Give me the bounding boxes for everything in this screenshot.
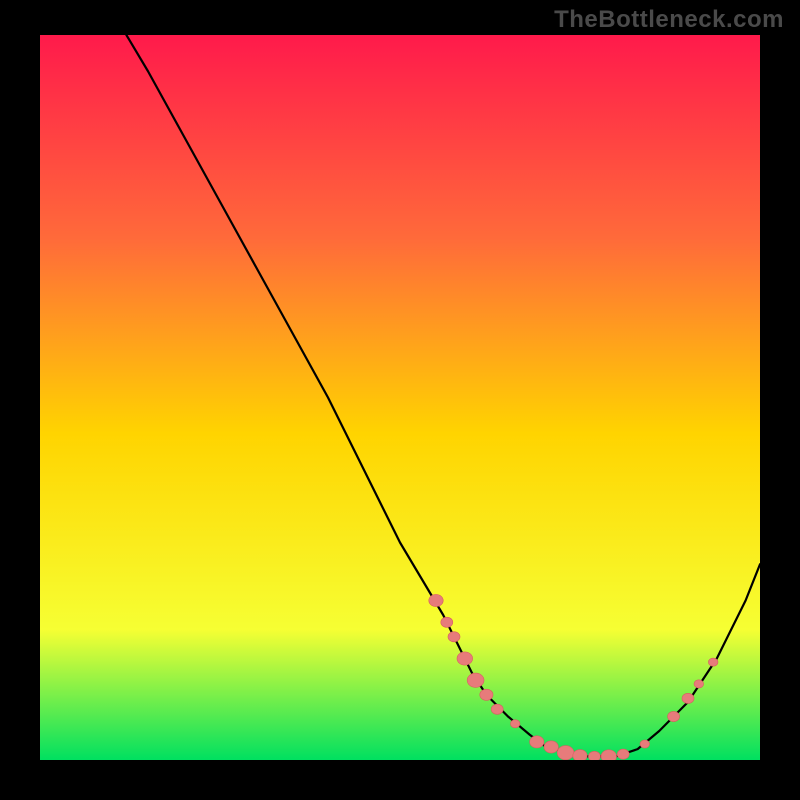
chart-frame: TheBottleneck.com	[0, 0, 800, 800]
curve-marker	[491, 704, 503, 714]
curve-marker	[544, 741, 558, 753]
curve-marker	[588, 751, 600, 760]
curve-marker	[457, 652, 473, 665]
curve-marker	[448, 632, 460, 642]
watermark-text: TheBottleneck.com	[554, 6, 784, 34]
curve-marker	[510, 720, 520, 728]
curve-marker	[480, 689, 493, 700]
curve-marker	[441, 617, 453, 627]
curve-marker	[530, 736, 544, 748]
gradient-background	[40, 35, 760, 760]
curve-marker	[557, 746, 574, 760]
curve-marker	[708, 658, 718, 666]
bottleneck-plot	[40, 35, 760, 760]
curve-marker	[640, 740, 650, 748]
plot-svg	[40, 35, 760, 760]
curve-marker	[668, 711, 680, 721]
curve-marker	[682, 693, 694, 703]
curve-marker	[573, 750, 587, 760]
curve-marker	[617, 749, 629, 759]
curve-marker	[429, 594, 443, 606]
curve-marker	[694, 680, 704, 688]
curve-marker	[601, 750, 617, 760]
curve-marker	[467, 673, 484, 687]
